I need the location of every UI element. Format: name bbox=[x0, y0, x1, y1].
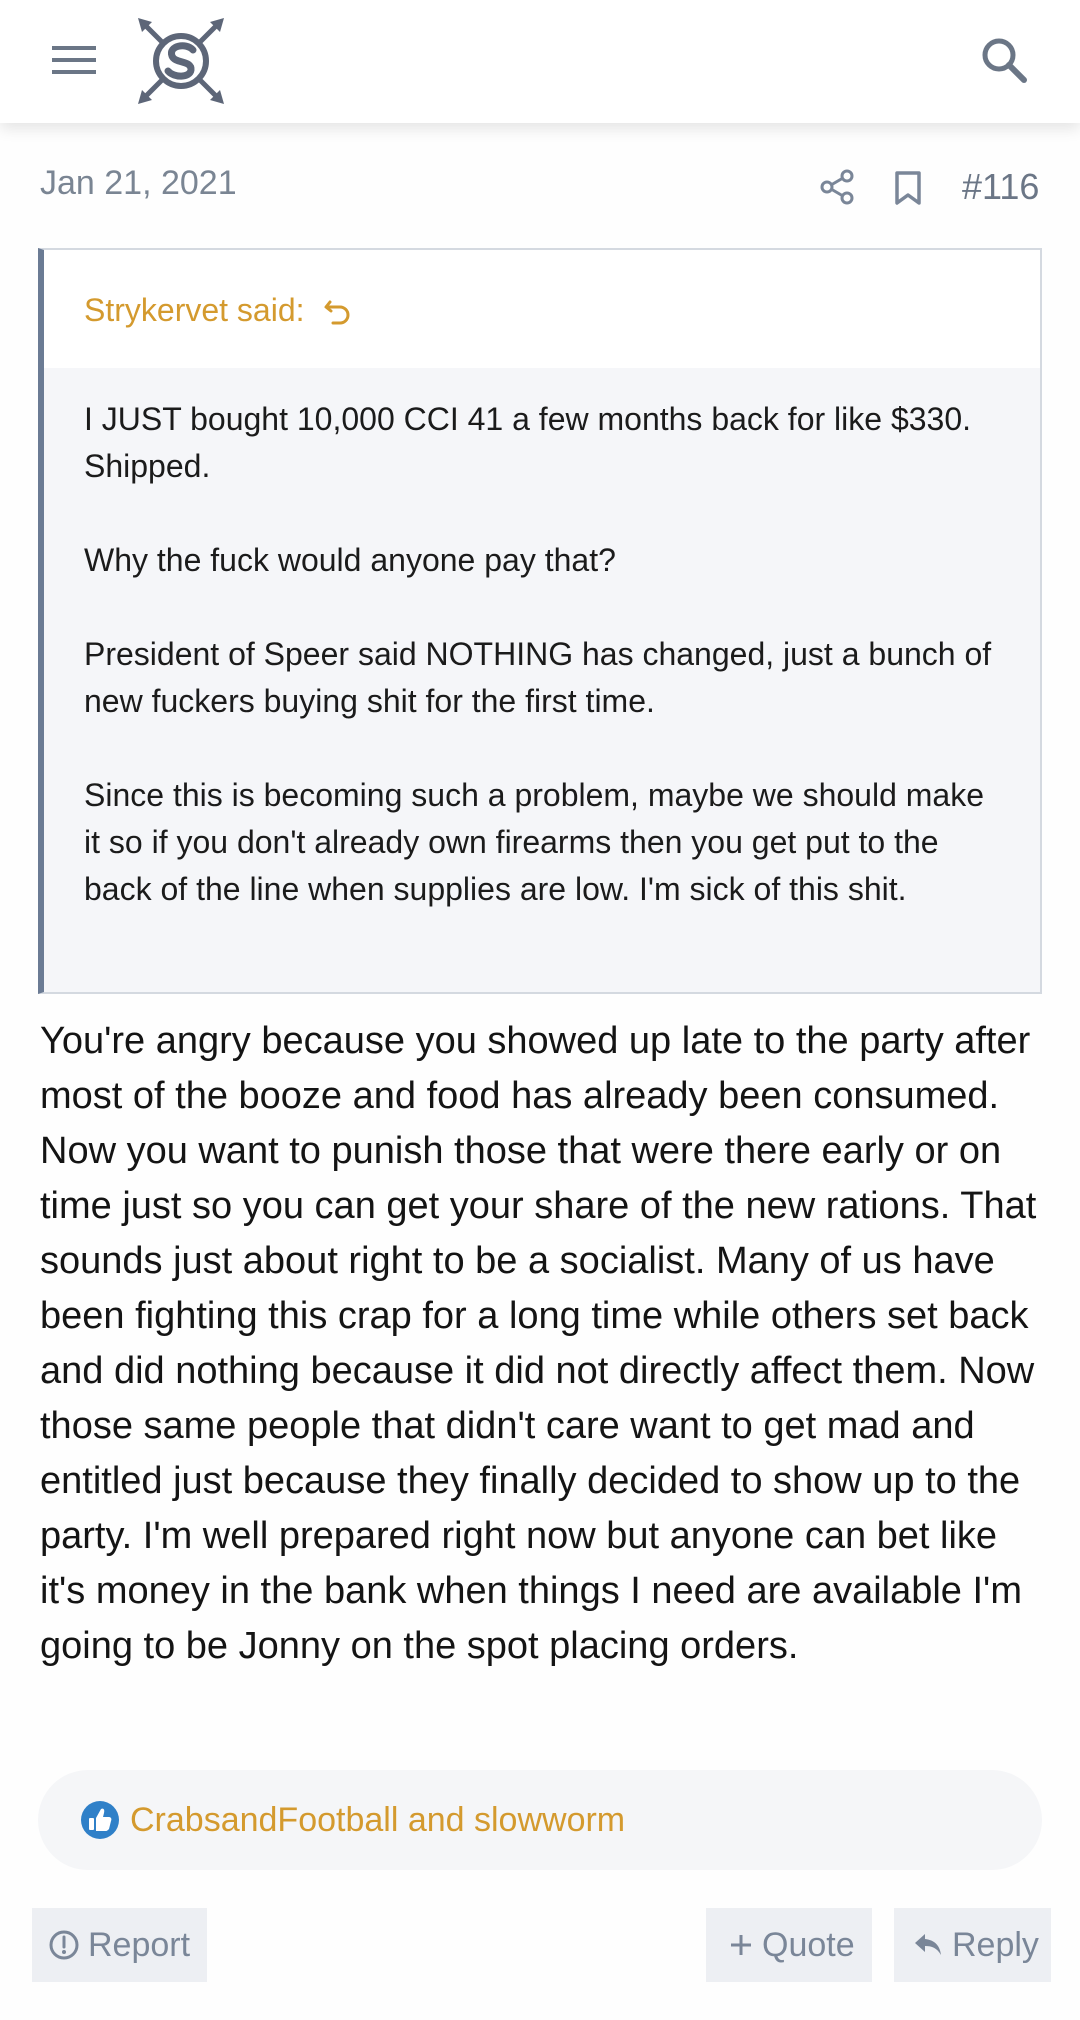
reply-arrow-icon bbox=[915, 1934, 941, 1955]
hamburger-menu-icon[interactable] bbox=[50, 40, 102, 80]
quote-paragraph: Why the fuck would anyone pay that? bbox=[84, 542, 616, 578]
quote-author-link[interactable]: Strykervet said: bbox=[84, 292, 353, 329]
site-logo-icon[interactable] bbox=[136, 16, 226, 106]
quote-paragraph: I JUST bought 10,000 CCI 41 a few months… bbox=[84, 401, 972, 484]
search-icon[interactable] bbox=[978, 34, 1030, 86]
quote-paragraph: President of Speer said NOTHING has chan… bbox=[84, 636, 992, 719]
quote-author-label: Strykervet said: bbox=[84, 292, 305, 328]
like-thumbs-up-icon bbox=[81, 1801, 119, 1839]
quote-button[interactable]: Quote bbox=[706, 1908, 872, 1982]
post-date[interactable]: Jan 21, 2021 bbox=[40, 164, 237, 203]
quote-block: Strykervet said: I JUST bought 10,000 CC… bbox=[38, 248, 1042, 994]
share-icon[interactable] bbox=[818, 168, 856, 206]
post-number-link[interactable]: #116 bbox=[962, 166, 1039, 208]
alert-circle-icon bbox=[49, 1930, 79, 1960]
reply-button[interactable]: Reply bbox=[894, 1908, 1051, 1982]
reply-label: Reply bbox=[952, 1925, 1039, 1964]
plus-icon bbox=[731, 1935, 751, 1955]
quote-header: Strykervet said: bbox=[44, 250, 1040, 368]
post-body-text: You're angry because you showed up late … bbox=[40, 1020, 1037, 1667]
quote-label: Quote bbox=[762, 1925, 855, 1964]
quote-paragraph: Since this is becoming such a problem, m… bbox=[84, 777, 984, 907]
top-header bbox=[0, 0, 1080, 123]
quote-content: I JUST bought 10,000 CCI 41 a few months… bbox=[44, 368, 1040, 913]
bookmark-icon[interactable] bbox=[892, 170, 924, 206]
reaction-users-link[interactable]: CrabsandFootball and slowworm bbox=[130, 1801, 625, 1840]
report-button[interactable]: Report bbox=[32, 1908, 207, 1982]
report-label: Report bbox=[88, 1925, 191, 1964]
jump-to-quote-icon[interactable] bbox=[323, 296, 353, 326]
reactions-bar[interactable]: CrabsandFootball and slowworm bbox=[38, 1770, 1042, 1870]
